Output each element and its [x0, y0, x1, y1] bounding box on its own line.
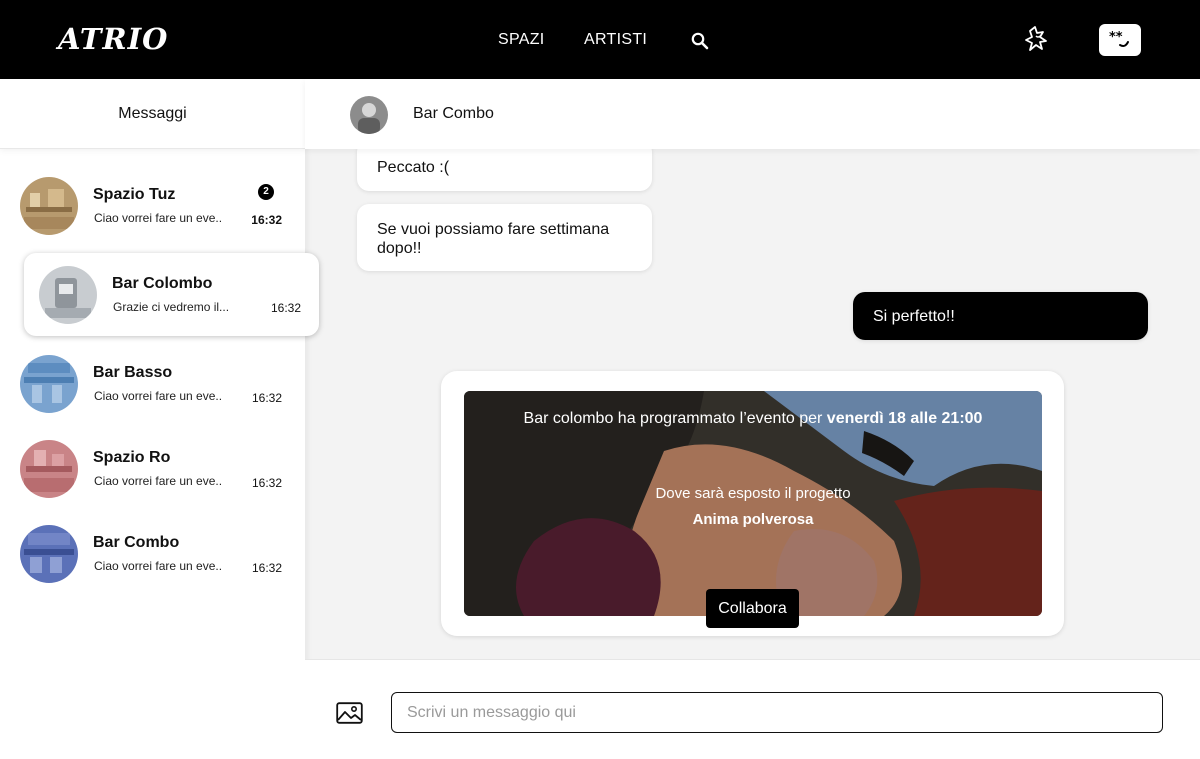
conversation-name: Spazio Ro [93, 449, 171, 466]
conversation-time: 16:32 [251, 213, 282, 227]
conversation-name: Bar Combo [93, 534, 180, 551]
conversation-item-spazio-tuz[interactable]: Spazio Tuz Ciao vorrei fare un eve.. 2 1… [0, 167, 305, 247]
message-composer [305, 659, 1200, 759]
chat-contact-name: Bar Combo [413, 105, 494, 122]
chat-header: Bar Combo [305, 79, 1200, 149]
avatar [20, 525, 78, 583]
conversation-time: 16:32 [270, 301, 301, 315]
conversation-time: 16:32 [251, 561, 282, 575]
conversation-name: Spazio Tuz [93, 186, 176, 203]
incoming-message: Se vuoi possiamo fare settimana dopo!! [357, 204, 652, 271]
event-card: Bar colombo ha programmato l’evento per … [441, 371, 1064, 636]
event-artwork-image: Bar colombo ha programmato l’evento per … [464, 391, 1042, 616]
avatar [20, 440, 78, 498]
conversation-name: Bar Basso [93, 364, 173, 381]
conversation-sidebar: Messaggi Spazio Tuz Ciao vorrei fare un … [0, 79, 319, 759]
event-project-name: Anima polverosa [692, 511, 814, 528]
collabora-button[interactable]: Collabora [706, 589, 799, 628]
outgoing-message: Si perfetto!! [853, 292, 1148, 340]
avatar [20, 355, 78, 413]
conversation-item-bar-basso[interactable]: Bar Basso Ciao vorrei fare un eve.. 16:3… [0, 345, 305, 425]
event-schedule-text: Bar colombo ha programmato l’evento per … [464, 410, 1042, 428]
event-description: Dove sarà esposto il progetto [655, 485, 851, 502]
conversation-item-bar-colombo[interactable]: Bar Colombo Grazie ci vedremo il... 16:3… [24, 253, 319, 336]
conversation-item-spazio-ro[interactable]: Spazio Ro Ciao vorrei fare un eve.. 16:3… [0, 430, 305, 510]
sidebar-header: Messaggi [0, 79, 305, 149]
conversation-preview: Ciao vorrei fare un eve.. [94, 389, 223, 403]
avatar [20, 177, 78, 235]
conversation-preview: Ciao vorrei fare un eve.. [94, 559, 223, 573]
conversation-preview: Grazie ci vedremo il... [113, 300, 230, 314]
search-icon[interactable] [689, 30, 711, 52]
chat-contact-avatar[interactable] [350, 96, 388, 134]
event-date-time: venerdì 18 alle 21:00 [826, 410, 983, 427]
avatar [39, 266, 97, 324]
logo[interactable]: ATRIO [58, 22, 168, 56]
sidebar-title: Messaggi [118, 105, 187, 122]
nav-link-spazi[interactable]: SPAZI [498, 31, 545, 49]
image-icon[interactable] [336, 702, 363, 724]
collaboration-icon[interactable] [1023, 24, 1053, 54]
face-avatar-icon[interactable]: ** [1099, 24, 1141, 56]
event-schedule-prefix: Bar colombo ha programmato l’evento per [523, 410, 827, 427]
conversation-preview: Ciao vorrei fare un eve.. [94, 211, 223, 225]
conversation-time: 16:32 [251, 476, 282, 490]
conversation-preview: Ciao vorrei fare un eve.. [94, 474, 223, 488]
conversation-name: Bar Colombo [112, 275, 213, 292]
conversation-time: 16:32 [251, 391, 282, 405]
top-navigation-bar: ATRIO SPAZI ARTISTI ** [0, 0, 1200, 79]
unread-badge: 2 [258, 184, 274, 200]
svg-text:**: ** [1109, 30, 1123, 45]
conversation-item-bar-combo[interactable]: Bar Combo Ciao vorrei fare un eve.. 16:3… [0, 515, 305, 595]
message-input[interactable] [391, 692, 1163, 733]
nav-link-artisti[interactable]: ARTISTI [584, 31, 647, 49]
